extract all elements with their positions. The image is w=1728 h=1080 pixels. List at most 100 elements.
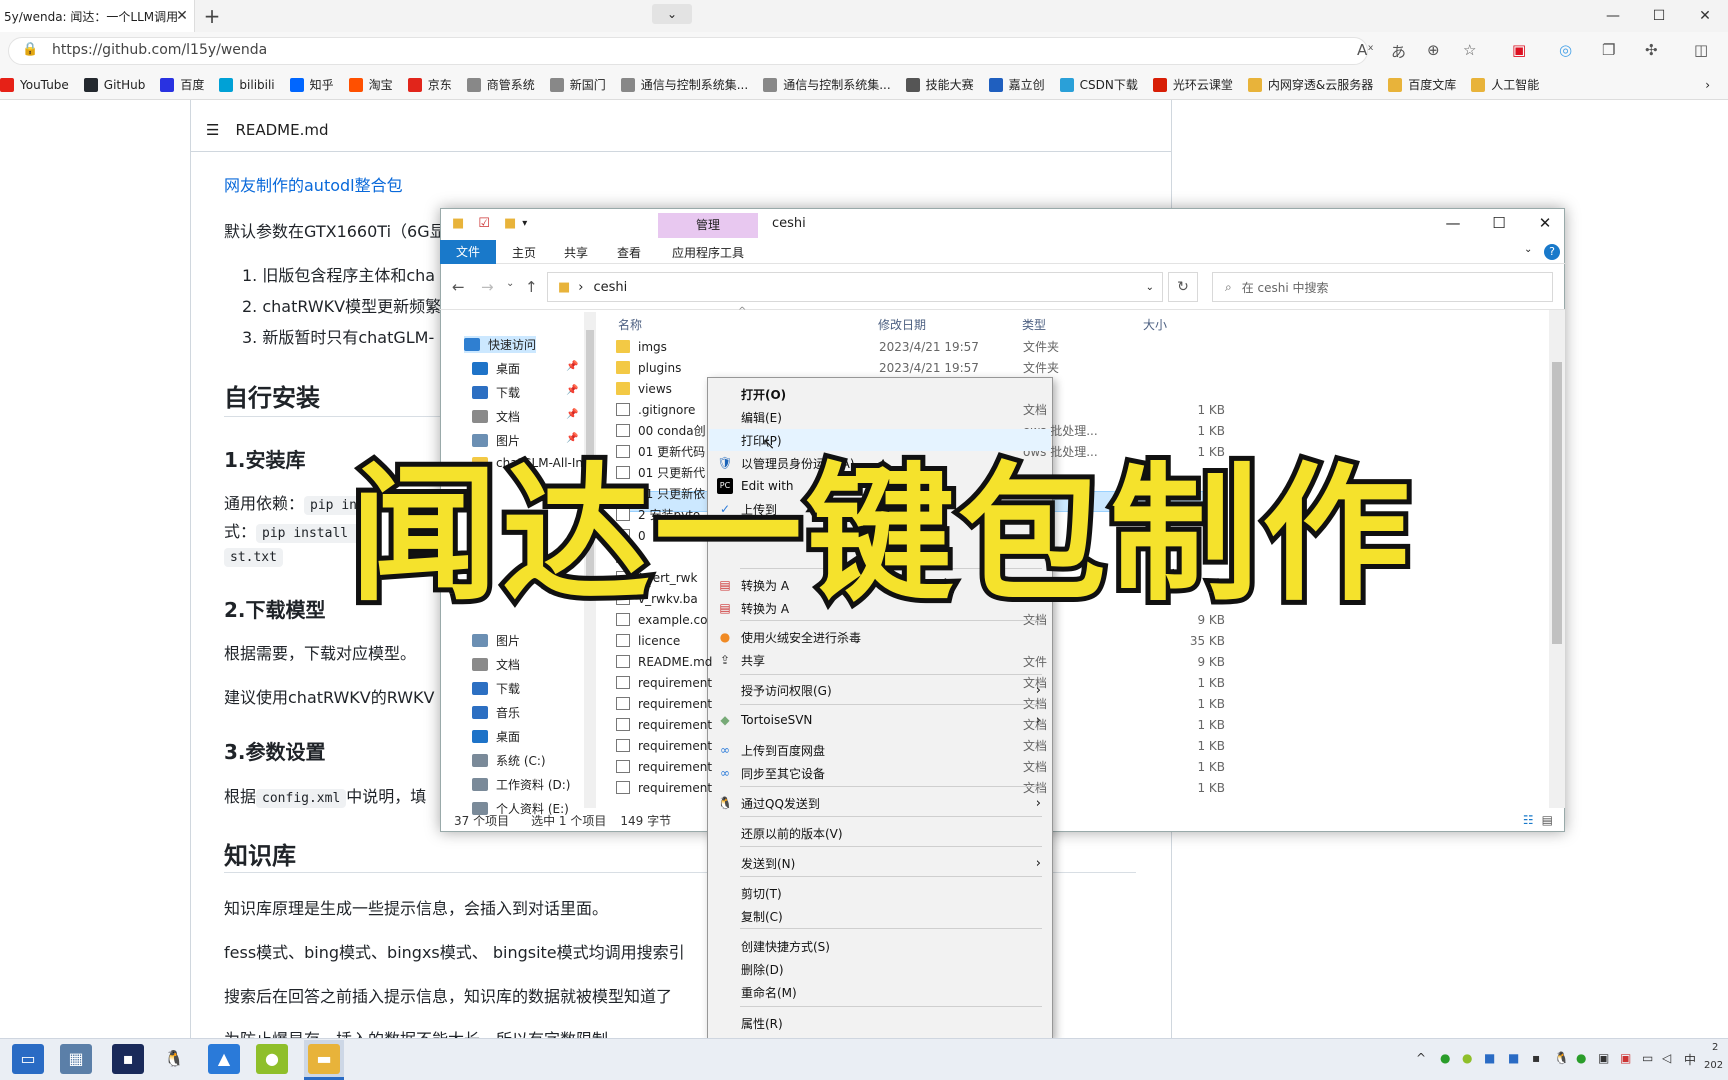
context-menu-item[interactable]: ⇪ 共享 — [709, 649, 1051, 671]
refresh-icon[interactable]: ↻ — [1168, 272, 1198, 302]
app-icon[interactable]: ▪ — [112, 1044, 144, 1074]
pin-icon[interactable]: 📌 — [566, 385, 578, 396]
tray-app-icon[interactable]: ■ — [1484, 1051, 1495, 1065]
bookmark-item[interactable]: 人工智能 — [1471, 76, 1539, 93]
list-icon[interactable]: ☰ — [206, 121, 219, 139]
back-arrow-icon[interactable]: ← — [452, 278, 465, 296]
lock-icon[interactable]: 🔒 — [22, 42, 38, 57]
bookmark-item[interactable]: 商管系统 — [466, 76, 535, 93]
bookmark-item[interactable]: 内网穿透&云服务器 — [1247, 76, 1373, 93]
file-row[interactable]: plugins 2023/4/21 19:57 文件夹 — [616, 357, 1216, 378]
context-menu-item[interactable]: 打开(O) — [709, 383, 1051, 405]
maximize-button[interactable]: ☐ — [1636, 0, 1682, 32]
bookmark-item[interactable]: 通信与控制系统集... — [620, 76, 748, 93]
file-list-scrollbar-thumb[interactable] — [1552, 362, 1562, 644]
tab-menu-chevron-icon[interactable]: ⌄ — [652, 4, 692, 24]
sidebar-item[interactable]: 音乐 — [472, 704, 520, 721]
sidebar-item[interactable]: 桌面 — [472, 728, 520, 745]
clock-time[interactable]: 2 — [1712, 1042, 1718, 1053]
bookmark-item[interactable]: 技能大赛 — [905, 76, 974, 93]
details-view-icon[interactable]: ☷ — [1523, 813, 1534, 827]
pin-icon[interactable]: 📌 — [566, 361, 578, 372]
large-icons-view-icon[interactable]: ▤ — [1542, 813, 1553, 827]
bookmark-item[interactable]: 嘉立创 — [988, 76, 1045, 93]
new-tab-button[interactable]: + — [200, 4, 224, 28]
calculator-icon[interactable]: ▦ — [60, 1044, 92, 1074]
quick-access-dropdown-icon[interactable]: ▾ — [522, 218, 527, 229]
up-arrow-icon[interactable]: ↑ — [525, 278, 538, 296]
ribbon-tab-share[interactable]: 共享 — [564, 244, 588, 261]
bookmark-item[interactable]: bilibili — [219, 77, 275, 92]
ribbon-expand-icon[interactable]: ⌄ — [1524, 244, 1532, 255]
column-date[interactable]: 修改日期 — [878, 316, 926, 333]
sidebar-item[interactable]: 系统 (C:) — [472, 752, 546, 769]
extensions-puzzle-icon[interactable]: ✣ — [1645, 41, 1658, 59]
tray-overflow-icon[interactable]: ^ — [1416, 1051, 1426, 1065]
extension-circle-icon[interactable]: ◎ — [1559, 41, 1572, 59]
context-menu-item[interactable]: 授予访问权限(G) › — [709, 679, 1051, 701]
bookmark-item[interactable]: 知乎 — [289, 76, 334, 93]
context-menu-item[interactable]: ∞ 同步至其它设备 — [709, 762, 1051, 784]
bookmark-item[interactable]: 百度文库 — [1388, 76, 1456, 93]
new-folder-icon[interactable]: ■ — [504, 216, 516, 231]
tab-close-icon[interactable]: ✕ — [172, 6, 192, 26]
column-name[interactable]: 名称 — [618, 316, 642, 333]
manage-tab[interactable]: 管理 — [658, 213, 758, 238]
bookmark-item[interactable]: GitHub — [83, 77, 145, 92]
tray-app-icon[interactable]: ● — [1462, 1051, 1472, 1065]
bookmark-item[interactable]: 淘宝 — [348, 76, 393, 93]
photos-icon[interactable]: ▲ — [208, 1044, 240, 1074]
tray-app-icon[interactable]: ▣ — [1598, 1051, 1609, 1065]
context-menu-item[interactable]: 创建快捷方式(S) — [709, 935, 1051, 957]
tray-ime[interactable]: 中 — [1684, 1051, 1696, 1068]
forward-arrow-icon[interactable]: → — [481, 278, 494, 296]
collections-icon[interactable]: ❐ — [1602, 41, 1615, 59]
bookmark-item[interactable]: 光环云课堂 — [1152, 76, 1233, 93]
recent-dropdown-icon[interactable]: ⌄ — [506, 278, 514, 289]
context-menu-item[interactable]: 编辑(E) — [709, 406, 1051, 428]
maximize-button[interactable]: ☐ — [1476, 210, 1522, 236]
sidebar-icon[interactable]: ◫ — [1694, 41, 1708, 59]
app-circle-icon[interactable]: ● — [256, 1044, 288, 1074]
ribbon-tab-view[interactable]: 查看 — [617, 244, 641, 261]
context-menu-item[interactable]: 复制(C) — [709, 905, 1051, 927]
column-type[interactable]: 类型 — [1022, 316, 1046, 333]
context-menu-item[interactable]: 还原以前的版本(V) — [709, 822, 1051, 844]
context-menu-item[interactable]: 属性(R) — [709, 1012, 1051, 1034]
properties-icon[interactable]: ☑ — [478, 216, 490, 231]
path-bar[interactable]: ■ › ceshi ⌄ — [547, 272, 1163, 302]
tray-app-icon[interactable]: ▪ — [1532, 1051, 1540, 1065]
sidebar-item[interactable]: 工作资料 (D:) — [472, 776, 570, 793]
context-menu-item[interactable]: ∞ 上传到百度网盘 — [709, 739, 1051, 761]
favorite-star-icon[interactable]: ☆ — [1463, 41, 1476, 59]
tray-app-icon[interactable]: ▣ — [1620, 1051, 1631, 1065]
search-input[interactable]: ⌕ 在 ceshi 中搜索 — [1212, 272, 1553, 302]
context-menu-item[interactable]: 发送到(N) › — [709, 852, 1051, 874]
bookmark-item[interactable]: 京东 — [407, 76, 452, 93]
context-menu-item[interactable]: 🐧 通过QQ发送到 › — [709, 792, 1051, 814]
context-menu-item[interactable]: 删除(D) — [709, 958, 1051, 980]
sidebar-item[interactable]: 下载 — [472, 384, 520, 401]
sidebar-item[interactable]: 桌面 — [472, 360, 520, 377]
sidebar-item[interactable]: 图片 — [472, 632, 520, 649]
bookmark-item[interactable]: 百度 — [160, 76, 204, 93]
context-menu-item[interactable]: ◆ TortoiseSVN › — [709, 709, 1051, 731]
zoom-icon[interactable]: ⊕ — [1427, 41, 1440, 59]
bookmark-item[interactable]: CSDN下载 — [1059, 76, 1138, 93]
minimize-button[interactable]: — — [1430, 210, 1476, 236]
close-button[interactable]: ✕ — [1522, 210, 1568, 236]
pin-icon[interactable]: 📌 — [566, 409, 578, 420]
extension-icon[interactable]: ▣ — [1512, 41, 1526, 59]
sidebar-item[interactable]: 下载 — [472, 680, 520, 697]
tray-wechat-icon[interactable]: ● — [1576, 1051, 1586, 1065]
context-menu-item[interactable]: 重命名(M) — [709, 981, 1051, 1003]
qq-icon[interactable]: 🐧 — [158, 1044, 190, 1074]
help-icon[interactable]: ? — [1544, 244, 1560, 260]
tray-qq-icon[interactable]: 🐧 — [1554, 1051, 1569, 1065]
tray-app-icon[interactable]: ● — [1440, 1051, 1450, 1065]
read-aloud-icon[interactable]: A͏ˣ — [1357, 41, 1374, 59]
browser-tab[interactable]: 5y/wenda: 闻达：一个LLM调用 — [0, 0, 195, 32]
minimize-button[interactable]: — — [1590, 0, 1636, 32]
context-menu-item[interactable]: 剪切(T) — [709, 882, 1051, 904]
url-text[interactable]: https://github.com/l15y/wenda — [52, 42, 267, 58]
